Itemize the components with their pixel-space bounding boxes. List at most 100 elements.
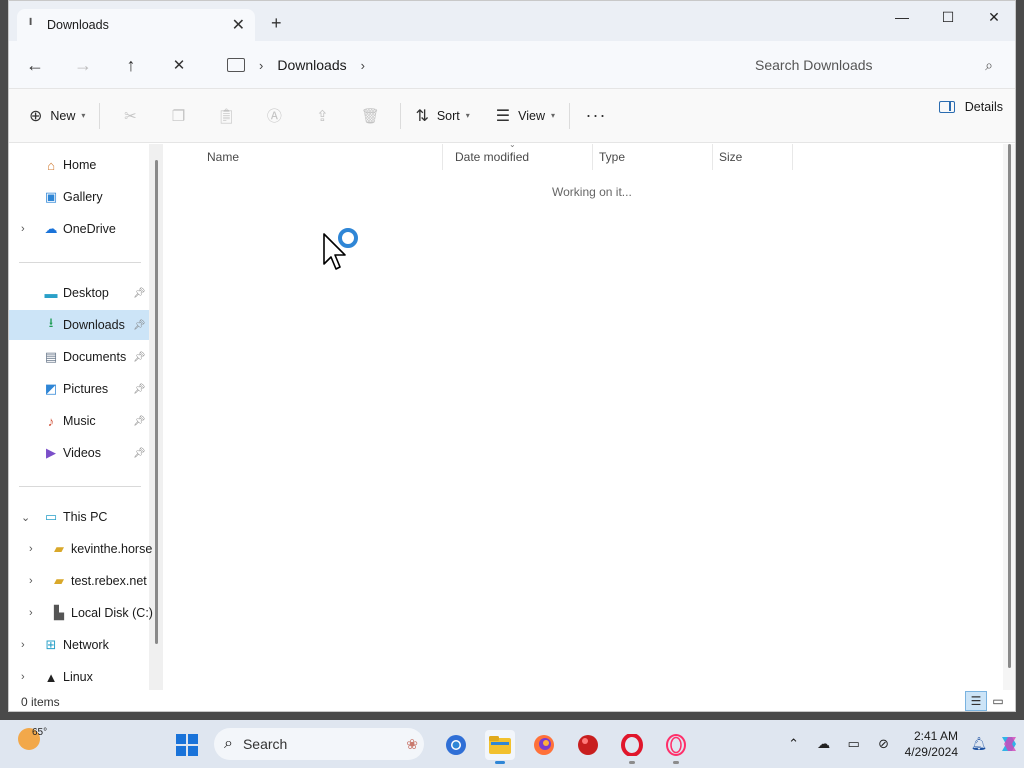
chevron-right-icon[interactable]: › [21, 671, 25, 683]
nav-item-kevinthe-horse[interactable]: › ▰ kevinthe.horse [9, 534, 152, 564]
details-pane-button[interactable]: Details [938, 100, 1003, 114]
clock[interactable]: 2:41 AM 4/29/2024 [905, 728, 958, 760]
sort-arrows-icon: ⇅ [415, 107, 429, 125]
see-more-button[interactable]: ··· [576, 100, 616, 132]
nav-item-test-rebex[interactable]: › ▰ test.rebex.net [9, 566, 149, 596]
stop-loading-button[interactable]: ✕ [165, 53, 193, 77]
nav-item-pictures[interactable]: ◩ Pictures 📌︎ [9, 374, 149, 404]
pc-icon: ▭ [44, 509, 58, 524]
details-view-button[interactable]: ☰ [965, 691, 987, 711]
search-input[interactable] [755, 57, 986, 73]
chevron-down-icon[interactable]: ⌄ [21, 511, 30, 524]
address-bar: ← → ↑ ✕ › Downloads › ⌕ [9, 41, 1015, 89]
new-tab-button[interactable]: + [271, 13, 282, 34]
start-button[interactable] [172, 730, 202, 760]
column-header-date-modified[interactable]: Date modified [449, 144, 593, 170]
content-scrollbar[interactable] [1003, 144, 1015, 690]
pin-icon[interactable]: 📌︎ [133, 448, 146, 459]
view-label: View [518, 108, 546, 123]
nav-item-videos[interactable]: ▶ Videos 📌︎ [9, 438, 149, 468]
back-button[interactable]: ← [21, 53, 49, 77]
forward-button[interactable]: → [69, 53, 97, 77]
new-button[interactable]: ⊕ New ▾ [21, 100, 93, 132]
paste-button[interactable]: 📋︎ [202, 100, 250, 132]
column-header-name[interactable]: Name [201, 144, 443, 170]
maximize-button[interactable]: ☐ [925, 1, 971, 33]
taskbar-app-opera[interactable] [617, 730, 647, 764]
nav-item-home[interactable]: ⌂ Home [9, 150, 149, 180]
nav-item-local-disk[interactable]: › ▙ Local Disk (C:) [9, 598, 153, 628]
copilot-button[interactable] [994, 729, 1024, 759]
nav-divider [19, 486, 141, 487]
pin-icon[interactable]: 📌︎ [133, 288, 146, 299]
cloud-off-icon: ☁ [817, 736, 831, 751]
taskbar-search[interactable]: ⌕ Search ❀ [214, 728, 424, 760]
nav-scrollbar[interactable] [155, 160, 158, 644]
tab-downloads[interactable]: ╹ Downloads ✕ [17, 9, 255, 41]
scrollbar-thumb[interactable] [1008, 144, 1011, 668]
search-box[interactable]: ⌕ [745, 49, 1003, 81]
nav-item-onedrive[interactable]: › ☁ OneDrive [9, 214, 149, 244]
nav-label: Music [63, 414, 96, 428]
onedrive-tray-button[interactable]: ☁ [809, 729, 839, 759]
nav-item-gallery[interactable]: ▣ Gallery [9, 182, 149, 212]
taskbar-app-chrome[interactable] [441, 730, 471, 760]
pin-icon[interactable]: 📌︎ [133, 416, 146, 427]
pin-icon[interactable]: 📌︎ [133, 384, 146, 395]
minimize-button[interactable]: — [879, 1, 925, 33]
nav-item-desktop[interactable]: ▬ Desktop 📌︎ [9, 278, 149, 308]
copy-button[interactable]: ❐ [154, 100, 202, 132]
nav-item-documents[interactable]: ▤ Documents 📌︎ [9, 342, 149, 372]
taskbar-app-red-ball[interactable] [573, 730, 603, 760]
close-window-button[interactable]: ✕ [971, 1, 1015, 33]
chevron-right-icon[interactable]: › [21, 639, 25, 651]
sort-button[interactable]: ⇅ Sort ▾ [407, 100, 477, 132]
nav-item-linux[interactable]: › ▲ Linux [9, 662, 149, 692]
desktop-icon: ▬ [44, 285, 58, 301]
share-button[interactable]: ⇪ [298, 100, 346, 132]
home-icon: ⌂ [47, 157, 55, 173]
chevron-right-icon[interactable]: › [29, 543, 33, 555]
delete-button[interactable]: 🗑︎ [346, 100, 394, 132]
chevron-right-icon[interactable]: › [259, 58, 263, 73]
music-icon: ♪ [47, 413, 55, 429]
taskbar-app-opera-gx[interactable] [661, 730, 691, 764]
view-lines-icon: ☰ [495, 107, 511, 125]
nav-item-this-pc[interactable]: ⌄ ▭ This PC [9, 502, 149, 532]
network-drive-icon: ▰ [54, 573, 64, 588]
chevron-right-icon[interactable]: › [29, 607, 33, 619]
scissors-icon: ✂ [124, 107, 137, 125]
chevron-right-icon[interactable]: › [21, 223, 25, 235]
breadcrumb[interactable]: › Downloads › [219, 49, 733, 81]
weather-widget[interactable]: 65° [18, 727, 47, 750]
nav-item-downloads[interactable]: ⭳ Downloads 📌︎ [9, 310, 149, 340]
tab-label: Downloads [47, 18, 109, 32]
tiles-view-button[interactable]: ▭ [987, 691, 1009, 711]
view-button[interactable]: ☰ View ▾ [488, 100, 563, 132]
rename-button[interactable]: Ⓐ [250, 100, 298, 132]
nav-item-network[interactable]: › ⊞ Network [9, 630, 149, 660]
close-tab-icon[interactable]: ✕ [232, 15, 245, 35]
column-header-type[interactable]: Type [593, 144, 713, 170]
notifications-button[interactable]: 🔔︎ [964, 729, 994, 759]
taskbar-app-firefox[interactable] [529, 730, 559, 760]
show-hidden-icons-button[interactable]: ⌃ [779, 729, 809, 759]
network-status-icon: ⊘ [878, 736, 890, 751]
chevron-right-icon[interactable]: › [361, 58, 365, 73]
this-pc-icon[interactable] [227, 58, 245, 72]
network-tray-button[interactable]: ⊘ [869, 729, 899, 759]
nav-item-music[interactable]: ♪ Music 📌︎ [9, 406, 149, 436]
cut-button[interactable]: ✂ [106, 100, 154, 132]
chevron-right-icon[interactable]: › [29, 575, 33, 587]
column-header-size[interactable]: Size [713, 144, 793, 170]
display-tray-button[interactable]: ▭ [839, 729, 869, 759]
download-icon: ⭳ [48, 315, 54, 330]
file-list: Name Date modified ⌄ Type Size Working o… [164, 140, 1015, 690]
pin-icon[interactable]: 📌︎ [133, 352, 146, 363]
pin-icon[interactable]: 📌︎ [133, 320, 146, 331]
search-icon[interactable]: ⌕ [985, 57, 993, 74]
taskbar-app-file-explorer[interactable] [485, 730, 515, 764]
breadcrumb-downloads[interactable]: Downloads [277, 57, 346, 73]
up-button[interactable]: ↑ [117, 53, 145, 77]
nav-label: Videos [63, 446, 101, 460]
